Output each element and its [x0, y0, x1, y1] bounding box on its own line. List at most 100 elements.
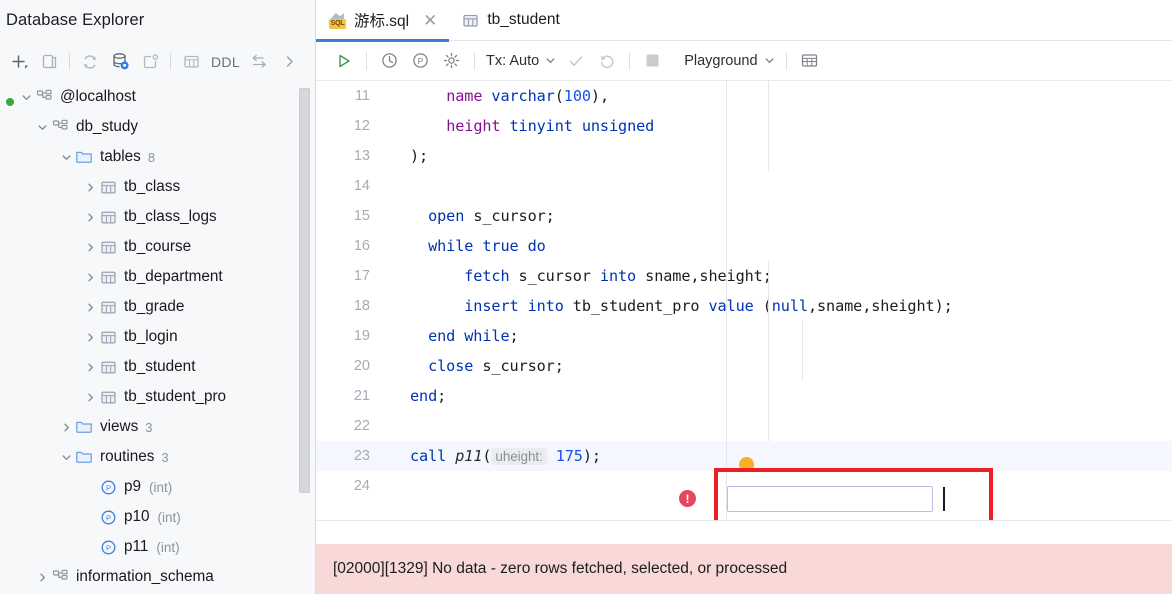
code-text: open s_cursor;: [410, 207, 555, 225]
chevron-right-icon[interactable]: [58, 419, 74, 435]
code-line[interactable]: 11 name varchar(100),: [316, 81, 1172, 111]
tree-item-tables[interactable]: tables 8: [0, 142, 315, 172]
new-query-console-icon[interactable]: [135, 47, 165, 77]
close-icon[interactable]: ✕: [423, 12, 437, 29]
code-line[interactable]: 17 fetch s_cursor into sname,sheight;: [316, 261, 1172, 291]
commit-icon[interactable]: [560, 45, 591, 76]
tree-item-tb_class[interactable]: tb_class: [0, 172, 315, 202]
parameters-icon[interactable]: P: [405, 45, 436, 76]
tx-mode-label: Tx: Auto: [486, 52, 540, 69]
table-icon: [98, 329, 118, 346]
expand-chevron-icon[interactable]: [275, 47, 305, 77]
duplicate-icon[interactable]: [34, 47, 64, 77]
code-line[interactable]: 12 height tinyint unsigned: [316, 111, 1172, 141]
chevron-right-icon[interactable]: [82, 299, 98, 315]
code-token: 175: [555, 447, 583, 465]
code-line[interactable]: 15 open s_cursor;: [316, 201, 1172, 231]
chevron-right-icon[interactable]: [82, 269, 98, 285]
chevron-right-icon[interactable]: [82, 209, 98, 225]
chevron-right-icon[interactable]: [34, 569, 50, 585]
tree-item-db_study[interactable]: db_study: [0, 112, 315, 142]
ddl-button[interactable]: DDL: [206, 47, 245, 77]
code-lines-container[interactable]: 11 name varchar(100), 12 height tinyint u…: [316, 81, 1172, 521]
code-line[interactable]: 16 while true do: [316, 231, 1172, 261]
gear-icon[interactable]: [436, 45, 467, 76]
tree-item-information_schema[interactable]: information_schema: [0, 562, 315, 592]
schema-dropdown[interactable]: Playground: [680, 45, 778, 76]
tree-item-tb_class_logs[interactable]: tb_class_logs: [0, 202, 315, 232]
code-text: close s_cursor;: [410, 357, 564, 375]
toolbar-divider-b: [474, 51, 475, 70]
code-token: while: [428, 237, 474, 255]
code-line[interactable]: 13);: [316, 141, 1172, 171]
line-number: 13: [353, 148, 370, 164]
code-line[interactable]: 20 close s_cursor;: [316, 351, 1172, 381]
chevron-down-icon[interactable]: [58, 449, 74, 465]
jump-to-icon[interactable]: [245, 47, 275, 77]
chevron-right-icon[interactable]: [82, 179, 98, 195]
error-gutter-icon[interactable]: !: [679, 490, 696, 507]
tree-item-tb_grade[interactable]: tb_grade: [0, 292, 315, 322]
table-icon: [98, 179, 118, 196]
tree-item-label: tb_login: [124, 328, 178, 345]
tree-item-tb_student[interactable]: tb_student: [0, 352, 315, 382]
indent-guide: [802, 321, 803, 381]
chevron-down-icon[interactable]: [58, 149, 74, 165]
history-icon[interactable]: [374, 45, 405, 76]
output-grid-icon[interactable]: [794, 45, 825, 76]
code-token: s_cursor: [509, 267, 600, 285]
tree-item-tb_course[interactable]: tb_course: [0, 232, 315, 262]
tree-item-p11[interactable]: Pp11 (int): [0, 532, 315, 562]
code-text: while true do: [410, 237, 546, 255]
tx-mode-dropdown[interactable]: Tx: Auto: [482, 45, 560, 76]
indent-guide: [768, 81, 769, 171]
tree-item-localhost[interactable]: @localhost: [0, 82, 315, 112]
tree-item-tb_student_pro[interactable]: tb_student_pro: [0, 382, 315, 412]
tree-item-tb_department[interactable]: tb_department: [0, 262, 315, 292]
table-icon[interactable]: [176, 47, 206, 77]
add-icon[interactable]: [4, 47, 34, 77]
code-line[interactable]: 19 end while;: [316, 321, 1172, 351]
tree-item-p10[interactable]: Pp10 (int): [0, 502, 315, 532]
code-token: ;: [437, 387, 447, 405]
refresh-icon[interactable]: [75, 47, 105, 77]
code-line[interactable]: 18 insert into tb_student_pro value (nul…: [316, 291, 1172, 321]
results-spacer: [316, 521, 1172, 544]
schema-icon: [50, 569, 70, 586]
tree-item-label: views: [100, 418, 139, 435]
chevron-right-icon[interactable]: [82, 329, 98, 345]
tree-item-p9[interactable]: Pp9 (int): [0, 472, 315, 502]
tab-sql-file[interactable]: SQL 游标.sql ✕: [316, 0, 450, 42]
code-token: tinyint unsigned: [509, 117, 655, 135]
tab-tb-student[interactable]: tb_student: [449, 0, 571, 41]
intention-bulb-icon[interactable]: [739, 457, 754, 472]
rollback-icon[interactable]: [591, 45, 622, 76]
tab-label: 游标.sql: [354, 13, 410, 30]
chevron-down-icon[interactable]: [34, 119, 50, 135]
tree-item-count: 3: [161, 449, 169, 465]
tree-item-routines[interactable]: routines 3: [0, 442, 315, 472]
tree-item-views[interactable]: views 3: [0, 412, 315, 442]
line-number: 23: [353, 448, 370, 464]
code-line[interactable]: 24: [316, 471, 1172, 501]
code-line[interactable]: 22: [316, 411, 1172, 441]
chevron-right-icon[interactable]: [82, 239, 98, 255]
database-settings-icon[interactable]: [105, 47, 135, 77]
code-editor[interactable]: 11 name varchar(100), 12 height tinyint u…: [316, 81, 1172, 594]
schema-icon: [50, 119, 70, 136]
toolbar-divider-2: [170, 53, 171, 70]
toolbar-divider-d: [785, 51, 787, 70]
database-tree[interactable]: @localhost db_study tables 8 tb_class tb_clas…: [0, 82, 315, 594]
stop-icon[interactable]: [637, 45, 668, 76]
tree-scrollbar[interactable]: [299, 88, 310, 493]
chevron-right-icon[interactable]: [82, 359, 98, 375]
code-line[interactable]: 14: [316, 171, 1172, 201]
app-window: Database Explorer DDL @localhost db_stud…: [0, 0, 1172, 594]
tree-item-tb_login[interactable]: tb_login: [0, 322, 315, 352]
run-button[interactable]: [328, 45, 359, 76]
code-line[interactable]: 21 end;: [316, 381, 1172, 411]
chevron-right-icon[interactable]: [82, 389, 98, 405]
chevron-down-icon[interactable]: [18, 89, 34, 105]
